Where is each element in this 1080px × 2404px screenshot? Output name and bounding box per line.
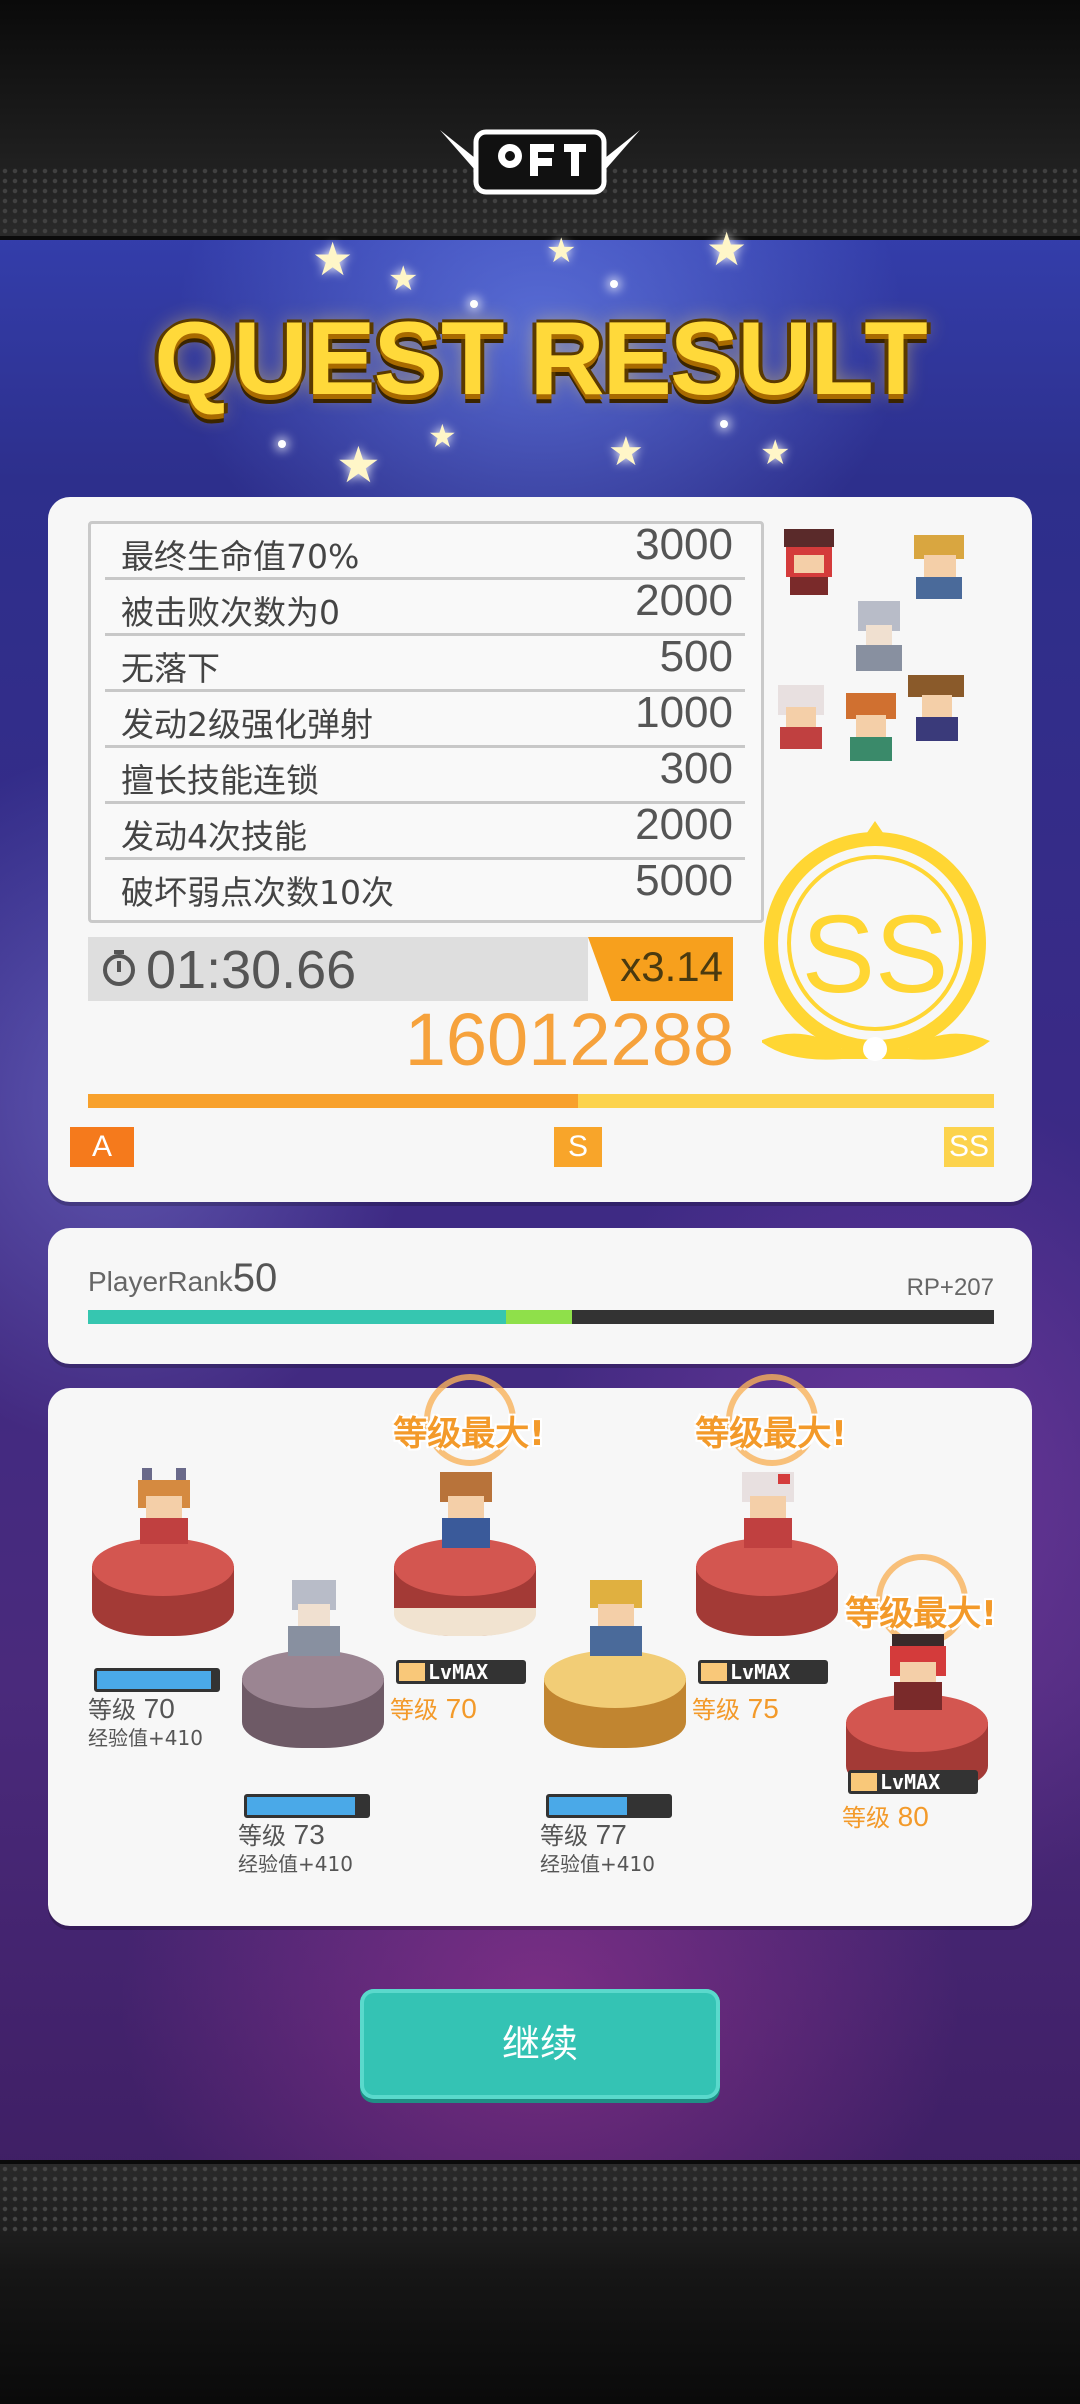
player-rank-panel: PlayerRank50 RP+207 <box>48 1228 1032 1364</box>
continue-button[interactable]: 继续 <box>360 1989 720 2099</box>
star-icon: ★ <box>312 232 354 286</box>
rank-progress-bar <box>88 1094 994 1108</box>
rank-badge: SS <box>762 813 1002 1073</box>
star-icon: ★ <box>388 259 419 299</box>
star-icon: ★ <box>760 433 791 473</box>
total-score: 16012288 <box>404 998 734 1081</box>
bonus-row: 发动4次技能 2000 <box>105 800 745 860</box>
page-title: QUEST RESULT <box>154 301 927 417</box>
level-max-bar: LvMAX <box>698 1660 828 1684</box>
level-max-badge: 等级最大! <box>384 1374 545 1478</box>
game-logo <box>440 129 640 195</box>
star-icon: ★ <box>336 436 381 494</box>
player-rank-label: PlayerRank50 <box>88 1256 278 1300</box>
rank-mark-a: A <box>70 1127 134 1167</box>
player-rank-value: 50 <box>232 1256 278 1300</box>
rank-mark-s: S <box>554 1127 602 1167</box>
star-icon: ★ <box>428 417 457 455</box>
footer-bar <box>0 2160 1080 2404</box>
level-max-bar: LvMAX <box>848 1770 978 1794</box>
rank-points: RP+207 <box>906 1274 994 1301</box>
star-icon: ★ <box>706 222 748 276</box>
clear-time: 01:30.66 <box>88 937 588 1001</box>
bonus-row: 最终生命值70% 3000 <box>105 520 745 580</box>
bonus-row: 破坏弱点次数10次 5000 <box>121 856 733 912</box>
bonus-list: 最终生命值70% 3000 被击败次数为0 2000 无落下 500 发动2级强化弹射… <box>88 520 764 923</box>
result-panel: 最终生命值70% 3000 被击败次数为0 2000 无落下 500 发动2级强化弹射… <box>48 497 1032 1202</box>
party-sprites <box>778 529 964 761</box>
bonus-row: 无落下 500 <box>105 632 745 692</box>
star-icon: ★ <box>608 429 644 475</box>
level-max-badge: 等级最大! <box>686 1374 847 1478</box>
stopwatch-icon <box>103 950 135 986</box>
score-multiplier: x3.14 <box>588 937 733 1001</box>
level-max-bar: LvMAX <box>396 1660 526 1684</box>
bonus-row: 发动2级强化弹射 1000 <box>105 688 745 748</box>
bonus-row: 被击败次数为0 2000 <box>105 576 745 636</box>
rank-mark-ss: SS <box>944 1127 994 1167</box>
star-icon: ★ <box>546 231 577 271</box>
unit-panel: 等级 70 经验值+410 等级 73 经验值+410 等级最大! LvMAX … <box>48 1374 1032 1926</box>
bonus-row: 擅长技能连锁 300 <box>105 744 745 804</box>
player-rank-bar <box>88 1310 994 1324</box>
rank-label: SS <box>801 893 949 1016</box>
